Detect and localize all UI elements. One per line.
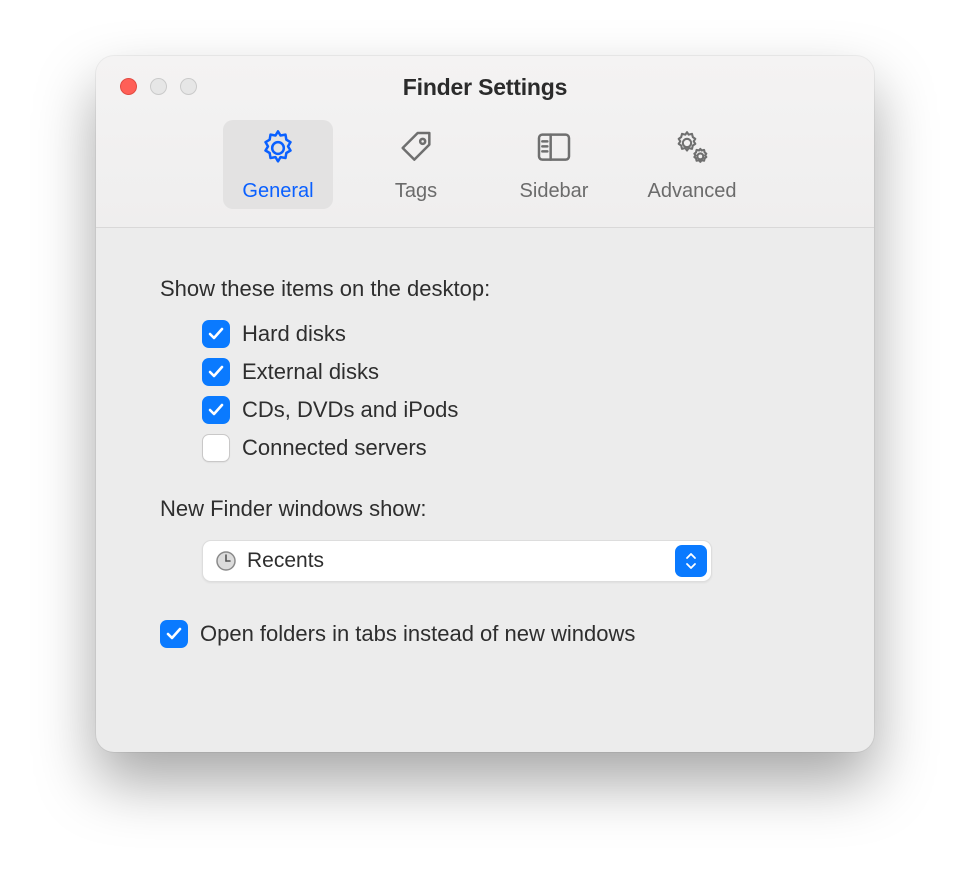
tab-tags[interactable]: Tags bbox=[361, 120, 471, 209]
checkbox-label: CDs, DVDs and iPods bbox=[242, 397, 458, 423]
open-in-tabs-row: Open folders in tabs instead of new wind… bbox=[160, 620, 810, 648]
toolbar-tabs: General Tags bbox=[96, 120, 874, 209]
titlebar: Finder Settings General bbox=[96, 56, 874, 228]
checkbox-connected-servers-row: Connected servers bbox=[202, 434, 810, 462]
check-icon bbox=[207, 325, 225, 343]
check-icon bbox=[165, 625, 183, 643]
tab-label: Advanced bbox=[648, 180, 737, 203]
checkbox-hard-disks-row: Hard disks bbox=[202, 320, 810, 348]
sidebar-icon bbox=[534, 128, 574, 174]
tag-icon bbox=[396, 128, 436, 174]
tab-general[interactable]: General bbox=[223, 120, 333, 209]
checkbox-external-disks[interactable] bbox=[202, 358, 230, 386]
checkbox-cds-dvds-ipods-row: CDs, DVDs and iPods bbox=[202, 396, 810, 424]
check-icon bbox=[207, 363, 225, 381]
checkbox-label: External disks bbox=[242, 359, 379, 385]
checkbox-label: Connected servers bbox=[242, 435, 427, 461]
tab-label: Sidebar bbox=[520, 180, 589, 203]
checkbox-hard-disks[interactable] bbox=[202, 320, 230, 348]
tab-label: Tags bbox=[395, 180, 437, 203]
dropdown-value: Recents bbox=[247, 549, 324, 573]
desktop-items-group: Hard disks External disks CDs, DVDs and … bbox=[202, 320, 810, 462]
window-title: Finder Settings bbox=[96, 74, 874, 101]
chevron-up-down-icon bbox=[675, 545, 707, 577]
clock-icon bbox=[215, 550, 237, 572]
checkbox-label: Open folders in tabs instead of new wind… bbox=[200, 621, 635, 647]
tab-sidebar[interactable]: Sidebar bbox=[499, 120, 609, 209]
new-windows-label: New Finder windows show: bbox=[160, 496, 810, 522]
gear-icon bbox=[258, 128, 298, 174]
content-pane: Show these items on the desktop: Hard di… bbox=[96, 228, 874, 688]
tab-advanced[interactable]: Advanced bbox=[637, 120, 747, 209]
checkbox-cds-dvds-ipods[interactable] bbox=[202, 396, 230, 424]
checkbox-label: Hard disks bbox=[242, 321, 346, 347]
settings-window: Finder Settings General bbox=[96, 56, 874, 752]
new-windows-dropdown[interactable]: Recents bbox=[202, 540, 712, 582]
gears-icon bbox=[672, 128, 712, 174]
checkbox-connected-servers[interactable] bbox=[202, 434, 230, 462]
desktop-items-label: Show these items on the desktop: bbox=[160, 276, 810, 302]
check-icon bbox=[207, 401, 225, 419]
checkbox-external-disks-row: External disks bbox=[202, 358, 810, 386]
new-windows-dropdown-wrap: Recents bbox=[202, 540, 810, 582]
checkbox-open-in-tabs[interactable] bbox=[160, 620, 188, 648]
tab-label: General bbox=[242, 180, 313, 203]
